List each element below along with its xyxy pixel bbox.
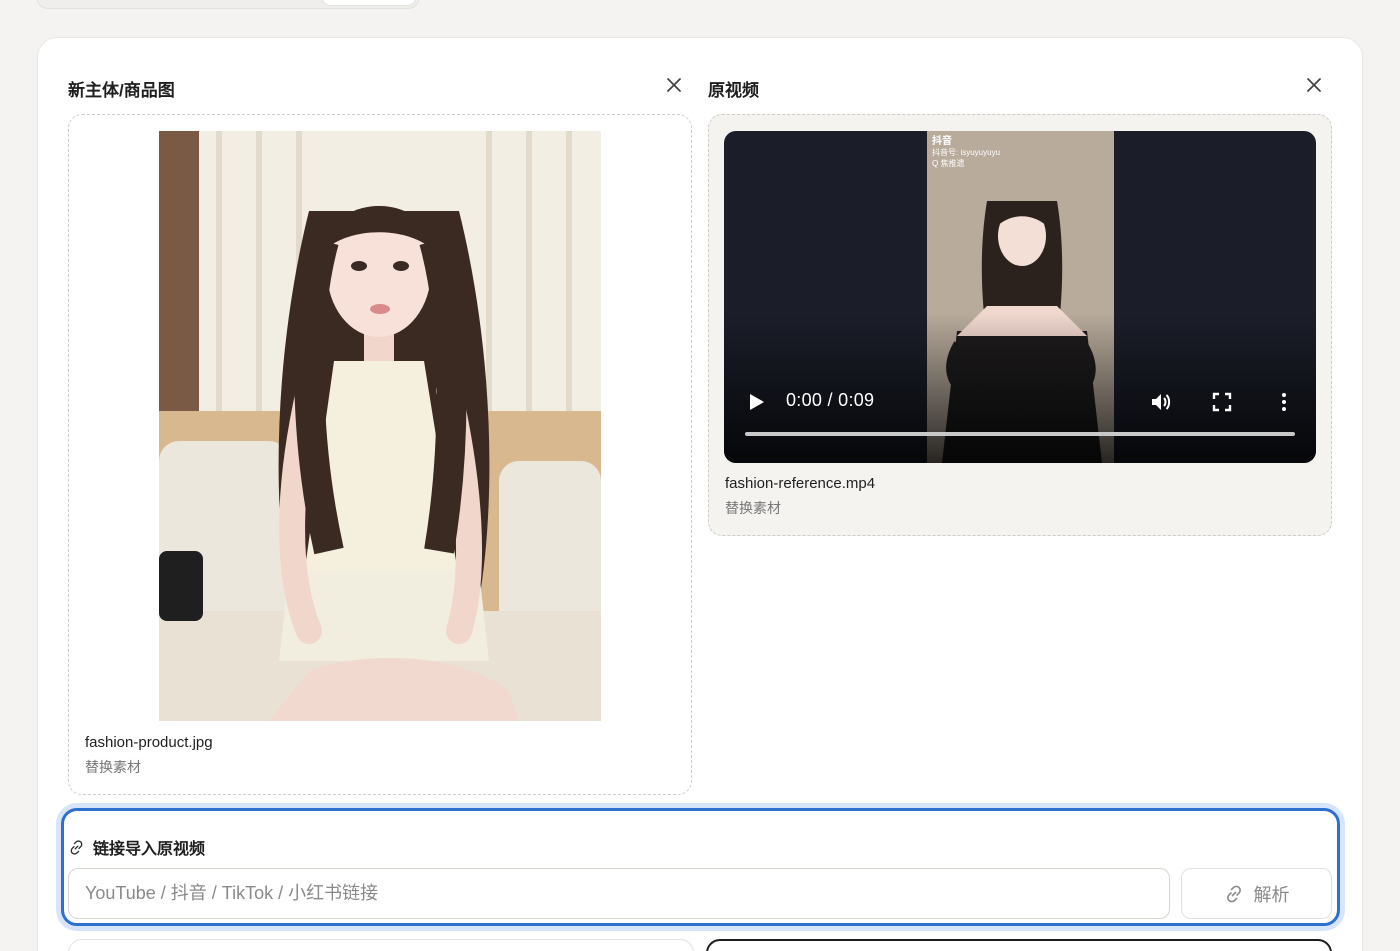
tiktok-search: Q 焦推遗	[932, 159, 965, 168]
video-close-icon[interactable]	[1303, 74, 1325, 96]
video-player[interactable]: 抖音 抖音号: isyuyuyuyu Q 焦推遗 0:00 / 0:09	[724, 131, 1316, 463]
parse-button-label: 解析	[1253, 884, 1290, 905]
bottom-option-card-right[interactable]	[706, 939, 1332, 951]
product-file-name: fashion-product.jpg	[85, 734, 213, 751]
product-close-icon[interactable]	[663, 74, 685, 96]
volume-icon[interactable]	[1149, 390, 1173, 414]
video-replace-link[interactable]: 替换素材	[725, 498, 781, 518]
parse-button[interactable]: 解析	[1181, 868, 1332, 919]
product-image	[159, 131, 601, 721]
video-controls-gradient	[724, 313, 1316, 463]
tiktok-watermark: 抖音 抖音号: isyuyuyuyu Q 焦推遗	[932, 136, 1000, 169]
link-icon	[70, 839, 83, 855]
product-panel-title: 新主体/商品图	[68, 81, 175, 100]
tiktok-brand: 抖音	[932, 136, 952, 147]
product-replace-link[interactable]: 替换素材	[85, 757, 141, 777]
segmented-active-option[interactable]	[321, 0, 417, 6]
fullscreen-icon[interactable]	[1212, 392, 1232, 412]
play-icon[interactable]	[746, 392, 766, 412]
link-import-title: 链接导入原视频	[68, 835, 205, 859]
video-panel-title: 原视频	[708, 81, 759, 100]
video-file-name: fashion-reference.mp4	[725, 475, 876, 492]
video-url-input[interactable]	[68, 868, 1170, 919]
tiktok-handle: 抖音号: isyuyuyuyu	[932, 148, 1001, 157]
video-progress-bar[interactable]	[745, 432, 1295, 436]
bottom-option-card-left[interactable]	[68, 939, 694, 951]
link-icon	[1226, 885, 1241, 902]
top-segmented-control	[36, 0, 420, 9]
link-import-title-text: 链接导入原视频	[93, 841, 206, 858]
more-options-icon[interactable]	[1275, 391, 1293, 413]
video-time: 0:00 / 0:09	[786, 390, 875, 410]
